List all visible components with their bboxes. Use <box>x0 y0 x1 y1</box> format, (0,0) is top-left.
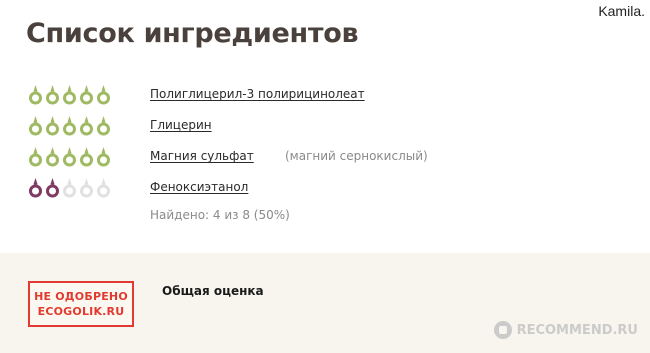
safety-rating <box>28 115 111 137</box>
ingredient-link[interactable]: Феноксиэтанол <box>150 180 248 194</box>
page-title: Список ингредиентов <box>26 18 359 49</box>
drop-filled-icon <box>63 116 76 136</box>
drop-filled-icon <box>80 85 93 105</box>
drop-empty-icon <box>63 178 76 198</box>
assessment-panel: НЕ ОДОБРЕНО ECOGOLIK.RU Общая оценка REC… <box>0 253 650 353</box>
drop-filled-icon <box>80 147 93 167</box>
drop-filled-icon <box>97 85 110 105</box>
recommend-logo-icon <box>493 321 512 339</box>
safety-rating <box>28 177 111 199</box>
drop-filled-icon <box>97 116 110 136</box>
drop-filled-icon <box>46 178 59 198</box>
drop-filled-icon <box>29 116 42 136</box>
ingredient-list: Полиглицерил-3 полирицинолеат Глицерин М… <box>28 84 588 208</box>
drop-filled-icon <box>46 147 59 167</box>
overall-rating-label: Общая оценка <box>162 284 264 298</box>
ingredient-link[interactable]: Глицерин <box>150 118 212 132</box>
ingredient-name: Глицерин <box>150 118 212 132</box>
drop-empty-icon <box>97 178 110 198</box>
safety-rating <box>28 146 111 168</box>
ingredient-link[interactable]: Полиглицерил-3 полирицинолеат <box>150 87 365 101</box>
found-count-text: Найдено: 4 из 8 (50%) <box>150 208 290 222</box>
ingredient-link[interactable]: Магния сульфат <box>150 149 254 163</box>
drop-filled-icon <box>80 116 93 136</box>
not-approved-stamp: НЕ ОДОБРЕНО ECOGOLIK.RU <box>28 281 134 327</box>
drop-empty-icon <box>80 178 93 198</box>
drop-filled-icon <box>63 147 76 167</box>
ingredient-synonym: (магний сернокислый) <box>285 149 428 163</box>
drop-filled-icon <box>46 85 59 105</box>
username-label: Kamila. <box>598 3 645 19</box>
ingredient-name: Магния сульфат <box>150 149 254 163</box>
drop-filled-icon <box>29 147 42 167</box>
watermark-text: RECOMMEND.RU <box>516 322 638 338</box>
ingredient-row: Глицерин <box>28 115 588 146</box>
drop-filled-icon <box>97 147 110 167</box>
ingredient-row: Магния сульфат (магний сернокислый) <box>28 146 588 177</box>
drop-filled-icon <box>63 85 76 105</box>
watermark: RECOMMEND.RU <box>493 321 638 339</box>
drop-filled-icon <box>29 85 42 105</box>
stamp-line-1: НЕ ОДОБРЕНО <box>34 290 128 303</box>
ingredient-row: Полиглицерил-3 полирицинолеат <box>28 84 588 115</box>
ingredient-name: Полиглицерил-3 полирицинолеат <box>150 87 365 101</box>
drop-filled-icon <box>46 116 59 136</box>
ingredient-name: Феноксиэтанол <box>150 180 249 194</box>
safety-rating <box>28 84 111 106</box>
ingredient-row: Феноксиэтанол <box>28 177 588 208</box>
stamp-line-2: ECOGOLIK.RU <box>37 305 125 318</box>
drop-filled-icon <box>29 178 42 198</box>
